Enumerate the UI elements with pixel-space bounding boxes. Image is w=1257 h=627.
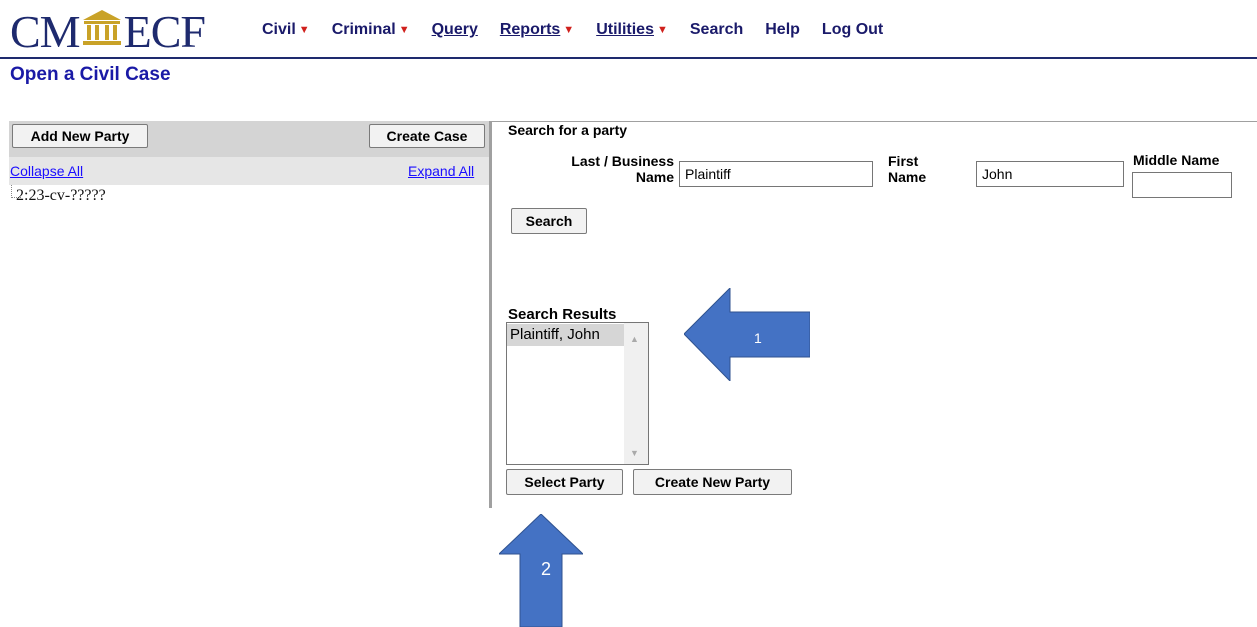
create-case-button[interactable]: Create Case [369, 124, 485, 148]
first-name-input[interactable] [976, 161, 1124, 187]
menu-civil[interactable]: Civil ▼ [262, 21, 310, 39]
middle-name-input[interactable] [1132, 172, 1232, 198]
dropdown-caret-icon: ▼ [563, 24, 575, 36]
first-name-label-line2: Name [888, 169, 927, 185]
scroll-down-icon[interactable]: ▼ [630, 448, 639, 458]
panel-divider[interactable] [489, 121, 492, 508]
menu-help[interactable]: Help [765, 21, 800, 39]
page-title: Open a Civil Case [10, 64, 171, 85]
expand-all-link[interactable]: Expand All [408, 163, 474, 179]
last-name-label-line2: Name [635, 169, 674, 185]
create-new-party-button[interactable]: Create New Party [633, 469, 792, 495]
menu-criminal-label: Criminal [331, 21, 396, 38]
dropdown-caret-icon: ▼ [656, 24, 668, 36]
menu-help-label: Help [765, 21, 800, 38]
menu-criminal[interactable]: Criminal ▼ [332, 21, 410, 39]
main-menu: Civil ▼ Criminal ▼ Query Reports ▼ Utilitie… [262, 21, 905, 39]
logo-text-left: CM [10, 6, 81, 57]
header-divider [0, 57, 1257, 59]
middle-name-label: Middle Name [1133, 152, 1220, 168]
menu-query[interactable]: Query [432, 21, 478, 39]
logo-text-right: ECF [123, 6, 206, 57]
menu-civil-label: Civil [262, 21, 296, 38]
add-new-party-button[interactable]: Add New Party [12, 124, 148, 148]
menu-logout-label: Log Out [821, 21, 884, 38]
left-arrow-icon [684, 288, 810, 381]
menu-reports[interactable]: Reports ▼ [500, 21, 574, 39]
menu-reports-label: Reports [499, 21, 561, 38]
menu-search[interactable]: Search [690, 21, 743, 39]
first-name-label-line1: First [888, 153, 919, 169]
last-name-label-line1: Last / Business [571, 153, 674, 169]
search-heading: Search for a party [508, 122, 628, 138]
menu-query-label: Query [431, 21, 478, 38]
search-button[interactable]: Search [511, 208, 587, 234]
last-name-input[interactable] [679, 161, 873, 187]
first-name-label: First Name [888, 153, 926, 185]
collapse-all-link[interactable]: Collapse All [10, 163, 83, 179]
list-item[interactable]: Plaintiff, John [507, 324, 624, 346]
menu-utilities-label: Utilities [596, 21, 654, 38]
results-scrollbar[interactable] [624, 323, 648, 464]
arrow-2-label: 2 [541, 559, 552, 579]
last-name-label: Last / Business Name [540, 153, 674, 185]
menu-utilities[interactable]: Utilities ▼ [596, 21, 668, 39]
arrow-1-label: 1 [754, 330, 762, 346]
cmecf-logo: CM ECF [10, 6, 206, 57]
case-tree-node[interactable]: 2:23-cv-????? [16, 187, 106, 205]
scroll-up-icon[interactable]: ▲ [630, 334, 639, 344]
dropdown-caret-icon: ▼ [398, 24, 410, 36]
menu-logout[interactable]: Log Out [822, 21, 883, 39]
courthouse-icon [82, 9, 122, 55]
dropdown-caret-icon: ▼ [298, 24, 310, 36]
select-party-button[interactable]: Select Party [506, 469, 623, 495]
menu-search-label: Search [689, 21, 744, 38]
search-results-label: Search Results [508, 306, 617, 323]
